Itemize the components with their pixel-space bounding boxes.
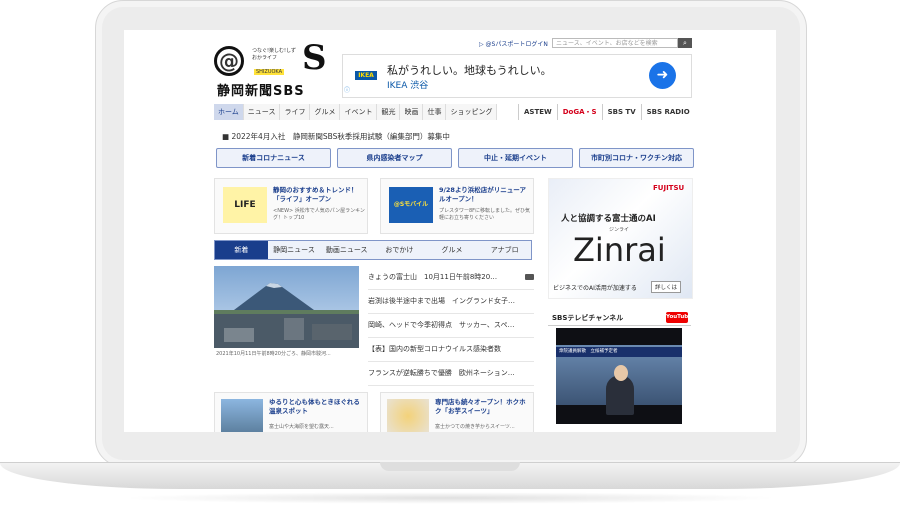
nav-event[interactable]: イベント [340,104,378,120]
sbs-tv-channel-header: SBSテレビチャンネル YouTube [548,311,692,326]
logo-at-mark[interactable]: @ [214,46,244,76]
laptop-notch [380,462,520,471]
life-thumbnail: LIFE [223,187,267,223]
video-face [614,365,628,381]
laptop-screen: @ つなぐ!楽しむ!しずおかライフ SHIZUOKA S 静岡新聞SBS ▷ @… [124,30,776,432]
fujitsu-ad-banner[interactable]: FUJITSU 人と協調する富士通のAI ジンライ Zinrai ビジネスでのA… [548,178,693,299]
covid-quick-buttons: 新着コロナニュース 県内感染者マップ 中止・延期イベント 市町別コロナ・ワクチン… [216,148,694,168]
pick-title: 静岡のおすすめ＆トレンド！「ライフ」オープン [273,186,358,203]
fujitsu-product: Zinrai [573,231,666,269]
card-desc: 富士かつての焼き芋からスイーツ... [435,424,515,430]
news-title: 【表】国内の新型コロナウイルス感染者数 [368,345,501,353]
nav-life[interactable]: ライフ [280,104,311,120]
ad-info-icon[interactable]: ⓘ [344,85,350,94]
video-person [606,375,634,415]
fujitsu-more-button[interactable]: 詳しくは [651,281,682,293]
ad-subtitle: IKEA 渋谷 [387,81,429,91]
news-item[interactable]: 岡崎、ヘッドで今季初得点 サッカー、スペ… [368,314,534,338]
ikea-ad-banner[interactable]: IKEA 私がうれしい。地球もうれしい。 IKEA 渋谷 ➜ ⓘ [342,54,692,98]
site-name[interactable]: 静岡新聞SBS [217,80,305,99]
search-input[interactable]: ニュース、イベント、お店などを検索 [552,38,678,48]
tab-video-news[interactable]: 動画ニュース [320,241,374,259]
tab-gourmet[interactable]: グルメ [425,241,479,259]
ad-headline: 私がうれしい。地球もうれしい。 [387,64,552,77]
tv-channel-title: SBSテレビチャンネル [552,314,624,322]
media-astew[interactable]: ASTEW [518,104,557,120]
nav-news[interactable]: ニュース [243,104,281,120]
news-tabs: 新着 静岡ニュース 動画ニュース おでかけ グルメ アナブロ [214,240,532,260]
youtube-icon[interactable]: YouTube [666,312,692,323]
nav-job[interactable]: 仕事 [423,104,447,120]
search-button[interactable]: ⌕ [678,38,692,48]
logo-s-mark: S [302,38,327,78]
logo-tagline: つなぐ!楽しむ!しずおかライフ [252,48,296,61]
news-title: 岩渕は後半途中まで出場 イングランド女子… [368,297,515,305]
ad-arrow-icon[interactable]: ➜ [649,62,676,89]
sweets-thumbnail [387,399,429,432]
recruit-notice[interactable]: ■ 2022年4月入社 静岡新聞SBS秋季採用試験（編集部門）募集中 [222,131,450,142]
covid-news-button[interactable]: 新着コロナニュース [216,148,331,168]
card-desc: 富士山や大海原を望む露天... [269,424,334,430]
pick-title: 9/28より浜松店がリニューアルオープン！ [439,186,527,203]
news-item[interactable]: 岩渕は後半途中まで出場 イングランド女子… [368,290,534,314]
media-doga[interactable]: DoGA・S [556,104,602,120]
video-frame: 衆院議員解散 立候補予定者 [556,345,682,415]
pick-card-life[interactable]: LIFE 静岡のおすすめ＆トレンド！「ライフ」オープン <NEW> 浜松市で人気… [214,178,368,234]
fujitsu-footer: ビジネスでのAI活用が加速する [553,285,637,292]
nav-home[interactable]: ホーム [214,104,244,120]
nav-movie[interactable]: 映画 [400,104,424,120]
news-title: フランスが逆転勝ちで優勝 欧州ネーション… [368,369,515,377]
tab-outing[interactable]: おでかけ [373,241,426,259]
camera-icon [525,274,534,280]
news-item[interactable]: きょうの富士山 10月11日午前8時20… [368,266,534,290]
tab-anablog[interactable]: アナブロ [478,241,532,259]
logo-shizuoka-badge: SHIZUOKA [254,69,285,75]
laptop-shadow [120,492,780,504]
card-title: 専門店も続々オープン！ホクホク「お芋スイーツ」 [435,398,526,415]
news-title: きょうの富士山 10月11日午前8時20… [368,273,498,281]
vaccine-info-button[interactable]: 市町別コロナ・ワクチン対応 [579,148,694,168]
news-list: きょうの富士山 10月11日午前8時20… 岩渕は後半途中まで出場 イングランド… [368,266,534,386]
feature-card-onsen[interactable]: ゆるりと心も体もときほぐれる温泉スポット 富士山や大海原を望む露天... [214,392,368,432]
mt-fuji-image [214,283,359,348]
fujitsu-logo: FUJITSU [653,184,685,192]
infection-map-button[interactable]: 県内感染者マップ [337,148,452,168]
pick-desc: <NEW> 浜松市で人気のパン屋ランキング！トップ10 [273,208,365,221]
feature-card-sweets[interactable]: 専門店も続々オープン！ホクホク「お芋スイーツ」 富士かつての焼き芋からスイーツ.… [380,392,534,432]
video-caption-band: 衆院議員解散 立候補予定者 [556,347,682,357]
news-title: 岡崎、ヘッドで今季初得点 サッカー、スペ… [368,321,515,329]
mt-fuji-photo[interactable] [214,266,359,348]
pick-card-mobile[interactable]: @Sモバイル 9/28より浜松店がリニューアルオープン！ プレスタワー8Fに移転… [380,178,534,234]
news-item[interactable]: 【表】国内の新型コロナウイルス感染者数 [368,338,534,362]
onsen-thumbnail [221,399,263,432]
cancelled-events-button[interactable]: 中止・延期イベント [458,148,573,168]
mobile-thumbnail: @Sモバイル [389,187,433,223]
media-sbsradio[interactable]: SBS RADIO [640,104,695,120]
pick-desc: プレスタワー8Fに移転しました。ぜひ気軽にお立ち寄りください [439,208,531,221]
tab-shizuoka-news[interactable]: 静岡ニュース [267,241,321,259]
nav-shopping[interactable]: ショッピング [446,104,498,120]
media-links: ASTEW DoGA・S SBS TV SBS RADIO [518,104,695,120]
main-nav: ホーム ニュース ライフ グルメ イベント 観光 映画 仕事 ショッピング [214,104,498,120]
media-sbstv[interactable]: SBS TV [601,104,641,120]
search-icon: ⌕ [683,39,687,47]
tab-latest[interactable]: 新着 [215,241,268,259]
passport-login-link[interactable]: ▷ @SパスポートログイN [479,39,548,48]
card-title: ゆるりと心も体もときほぐれる温泉スポット [269,398,360,415]
nav-sightseeing[interactable]: 観光 [377,104,401,120]
tv-video-player[interactable]: 衆院議員解散 立候補予定者 [556,328,682,424]
fujitsu-headline: 人と協調する富士通のAI [561,214,656,224]
ikea-logo: IKEA [355,71,377,80]
news-item[interactable]: フランスが逆転勝ちで優勝 欧州ネーション… [368,362,534,386]
nav-gourmet[interactable]: グルメ [310,104,341,120]
photo-caption: 2021年10月11日午前8時20分ごろ、静岡市駿河... [216,351,331,357]
